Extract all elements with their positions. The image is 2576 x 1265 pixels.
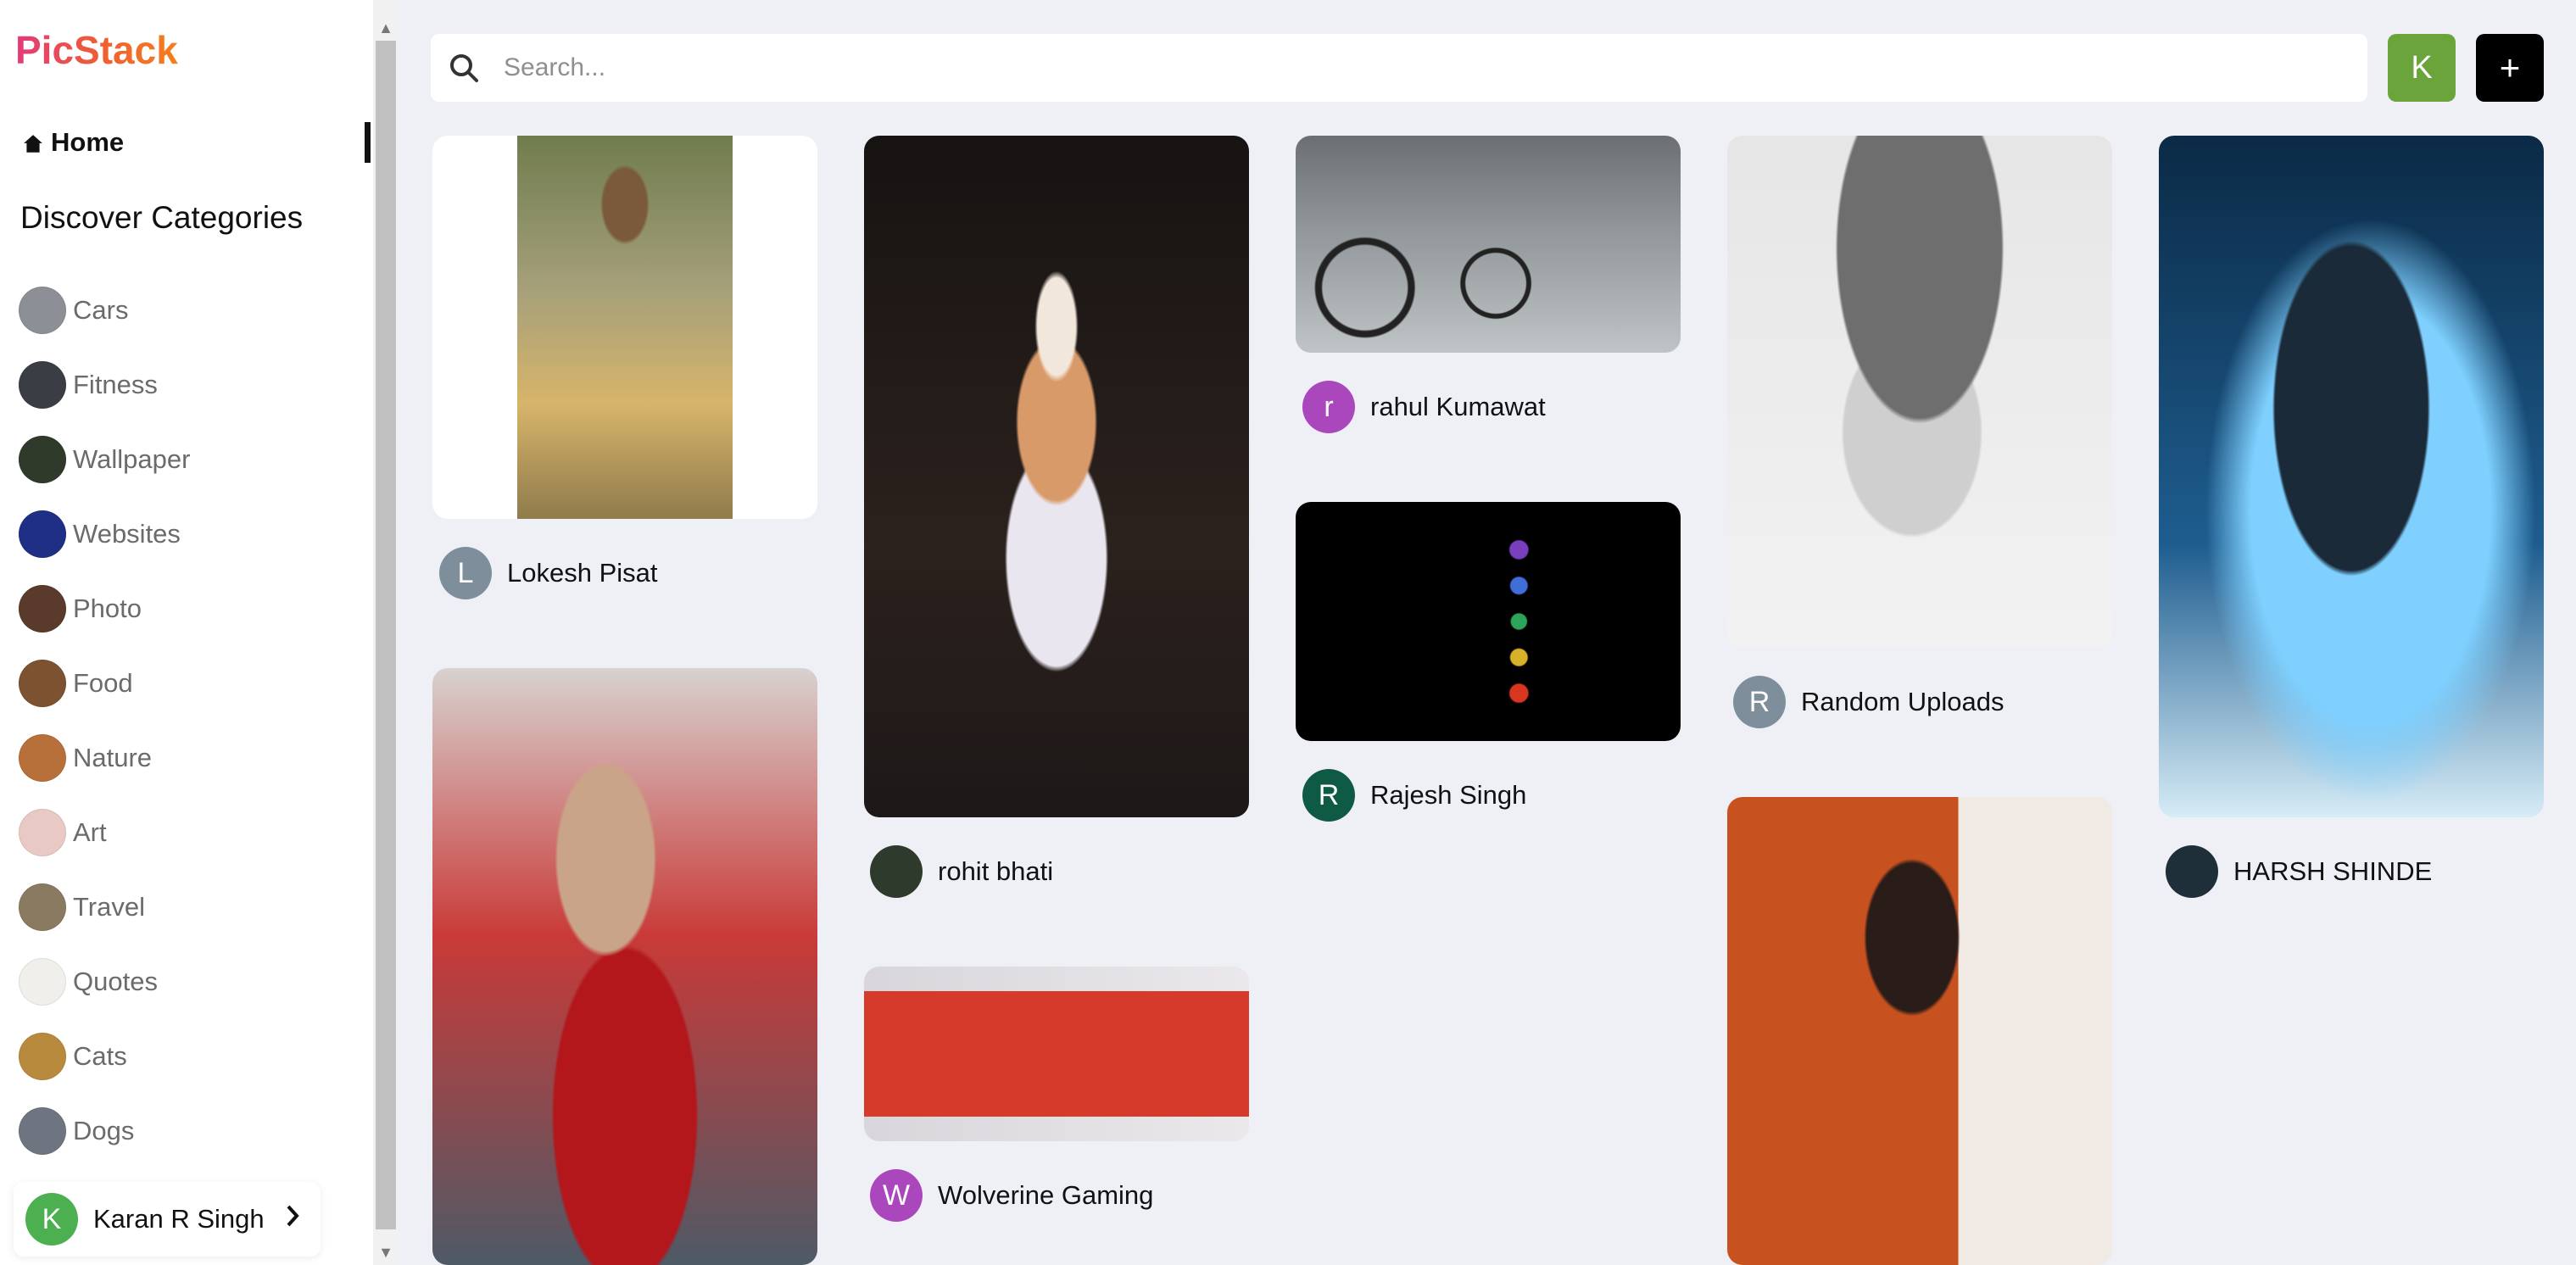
scrollbar-thumb[interactable] xyxy=(376,41,396,1229)
pin-author[interactable]: R Random Uploads xyxy=(1733,675,2004,729)
home-icon xyxy=(22,131,44,153)
avatar: r xyxy=(1302,381,1355,433)
category-item-travel[interactable]: Travel xyxy=(19,870,190,945)
pin-image[interactable] xyxy=(432,136,817,519)
category-thumbnail xyxy=(19,1033,66,1080)
pin-author-name: Random Uploads xyxy=(1801,687,2004,716)
sidebar-scrollbar[interactable]: ▲ ▼ xyxy=(373,0,399,1265)
category-item-fitness[interactable]: Fitness xyxy=(19,348,190,422)
pin-author-name: Lokesh Pisat xyxy=(507,558,658,588)
pin-image[interactable] xyxy=(2159,136,2544,817)
pin-author-name: Wolverine Gaming xyxy=(938,1180,1154,1210)
pin-author-name: rohit bhati xyxy=(938,856,1054,886)
pin-image[interactable] xyxy=(1727,797,2112,1265)
avatar xyxy=(870,845,923,898)
pin-author[interactable]: HARSH SHINDE xyxy=(2166,844,2432,899)
avatar: L xyxy=(439,547,492,599)
category-item-cats[interactable]: Cats xyxy=(19,1019,190,1094)
category-item-photo[interactable]: Photo xyxy=(19,571,190,646)
category-label: Nature xyxy=(73,743,153,772)
category-label: Quotes xyxy=(73,967,158,996)
category-thumbnail xyxy=(19,958,66,1006)
avatar: R xyxy=(1302,769,1355,822)
category-label: Wallpaper xyxy=(73,444,191,474)
search-icon xyxy=(448,52,480,84)
avatar xyxy=(2166,845,2218,898)
nav-home-label: Home xyxy=(51,127,125,157)
current-user-name: Karan R Singh xyxy=(93,1204,265,1234)
category-item-food[interactable]: Food xyxy=(19,646,190,721)
pin-author[interactable]: r rahul Kumawat xyxy=(1302,380,1546,434)
pin-image[interactable] xyxy=(1296,136,1681,353)
category-label: Travel xyxy=(73,892,145,922)
search-input[interactable] xyxy=(504,53,2284,82)
pin-author[interactable]: L Lokesh Pisat xyxy=(439,546,658,600)
pin-image[interactable] xyxy=(1727,136,2112,648)
pin-author[interactable]: R Rajesh Singh xyxy=(1302,768,1526,822)
category-item-nature[interactable]: Nature xyxy=(19,721,190,795)
pin-image[interactable] xyxy=(864,136,1249,817)
avatar: W xyxy=(870,1169,923,1222)
pin-image[interactable] xyxy=(1296,502,1681,741)
category-label: Cars xyxy=(73,295,129,325)
pin-author-name: rahul Kumawat xyxy=(1370,392,1546,421)
active-nav-indicator xyxy=(365,122,371,163)
pin-author[interactable]: W Wolverine Gaming xyxy=(870,1168,1153,1223)
category-item-dogs[interactable]: Dogs xyxy=(19,1094,190,1168)
category-label: Dogs xyxy=(73,1116,135,1145)
category-label: Food xyxy=(73,668,133,698)
category-label: Websites xyxy=(73,519,181,549)
category-thumbnail xyxy=(19,883,66,931)
profile-button[interactable]: K xyxy=(2388,34,2456,102)
avatar: K xyxy=(25,1193,78,1245)
category-thumbnail xyxy=(19,585,66,632)
scroll-up-icon[interactable]: ▲ xyxy=(373,15,399,41)
category-item-quotes[interactable]: Quotes xyxy=(19,945,190,1019)
category-label: Art xyxy=(73,817,107,847)
category-list: Cars Fitness Wallpaper Websites Photo Fo… xyxy=(19,273,190,1168)
category-thumbnail xyxy=(19,287,66,334)
pin-author-name: Rajesh Singh xyxy=(1370,780,1527,810)
category-item-websites[interactable]: Websites xyxy=(19,497,190,571)
category-thumbnail xyxy=(19,734,66,782)
chevron-right-icon xyxy=(283,1203,302,1235)
add-pin-button[interactable]: + xyxy=(2476,34,2544,102)
category-label: Fitness xyxy=(73,370,158,399)
category-thumbnail xyxy=(19,660,66,707)
current-user-card[interactable]: K Karan R Singh xyxy=(14,1182,321,1257)
category-label: Cats xyxy=(73,1041,127,1071)
pin-author[interactable]: rohit bhati xyxy=(870,844,1053,899)
search-bar[interactable] xyxy=(431,34,2367,102)
category-thumbnail xyxy=(19,1107,66,1155)
pin-image[interactable] xyxy=(864,967,1249,1141)
sidebar: PicStack Home Discover Categories Cars F… xyxy=(0,0,373,1265)
category-thumbnail xyxy=(19,361,66,409)
brand-logo[interactable]: PicStack xyxy=(15,27,178,73)
category-thumbnail xyxy=(19,436,66,483)
pin-author-name: HARSH SHINDE xyxy=(2233,856,2433,886)
section-title-categories: Discover Categories xyxy=(20,200,304,235)
category-item-wallpaper[interactable]: Wallpaper xyxy=(19,422,190,497)
category-thumbnail xyxy=(19,510,66,558)
category-item-cars[interactable]: Cars xyxy=(19,273,190,348)
category-label: Photo xyxy=(73,593,142,623)
nav-home[interactable]: Home xyxy=(22,124,124,161)
category-item-art[interactable]: Art xyxy=(19,795,190,870)
pin-image[interactable] xyxy=(432,668,817,1265)
avatar: R xyxy=(1733,676,1786,728)
scroll-down-icon[interactable]: ▼ xyxy=(373,1240,399,1265)
category-thumbnail xyxy=(19,809,66,856)
